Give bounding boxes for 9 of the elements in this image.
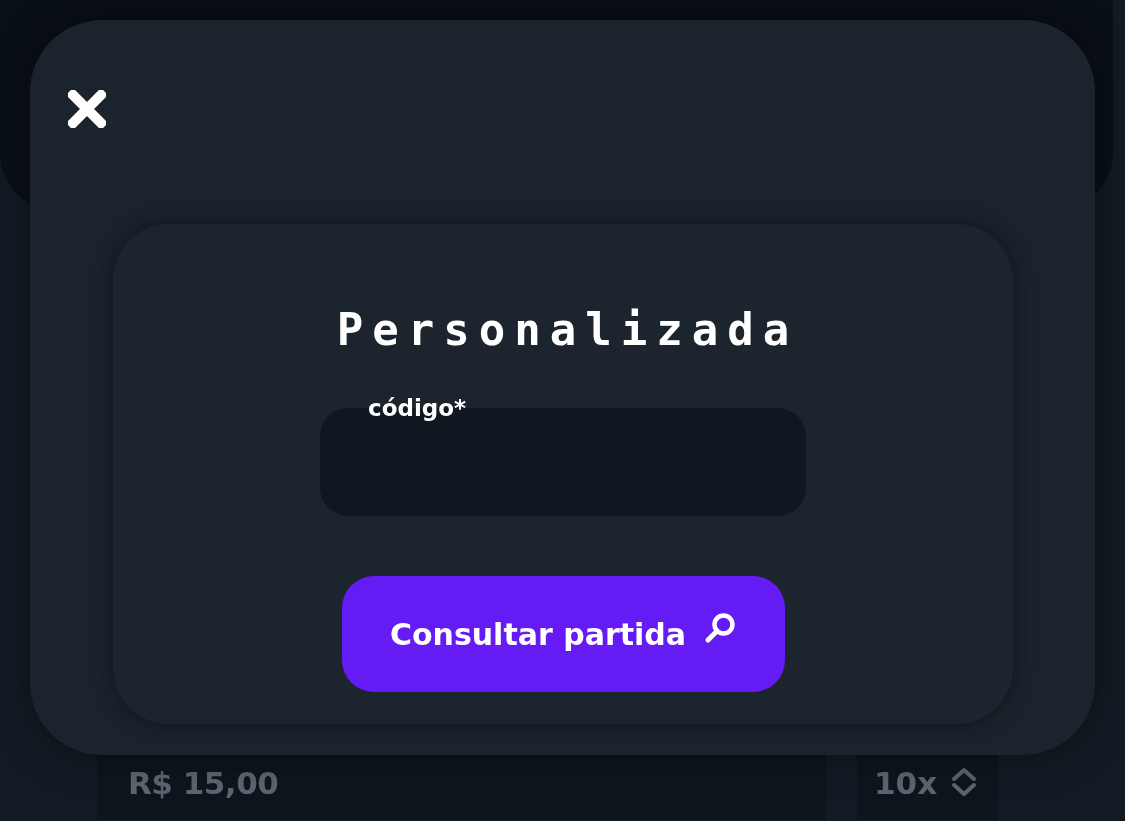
search-icon bbox=[704, 612, 737, 644]
amount-field[interactable]: R$ 15,00 bbox=[97, 755, 826, 821]
field-label: código* bbox=[368, 394, 467, 422]
modal-title: Personalizada bbox=[336, 304, 799, 356]
search-match-button[interactable]: Consultar partida bbox=[341, 576, 785, 692]
chevron-up-down-icon bbox=[951, 767, 978, 797]
close-icon bbox=[68, 90, 106, 128]
close-button[interactable] bbox=[68, 90, 106, 128]
multiplier-select[interactable]: 10x bbox=[857, 755, 998, 821]
